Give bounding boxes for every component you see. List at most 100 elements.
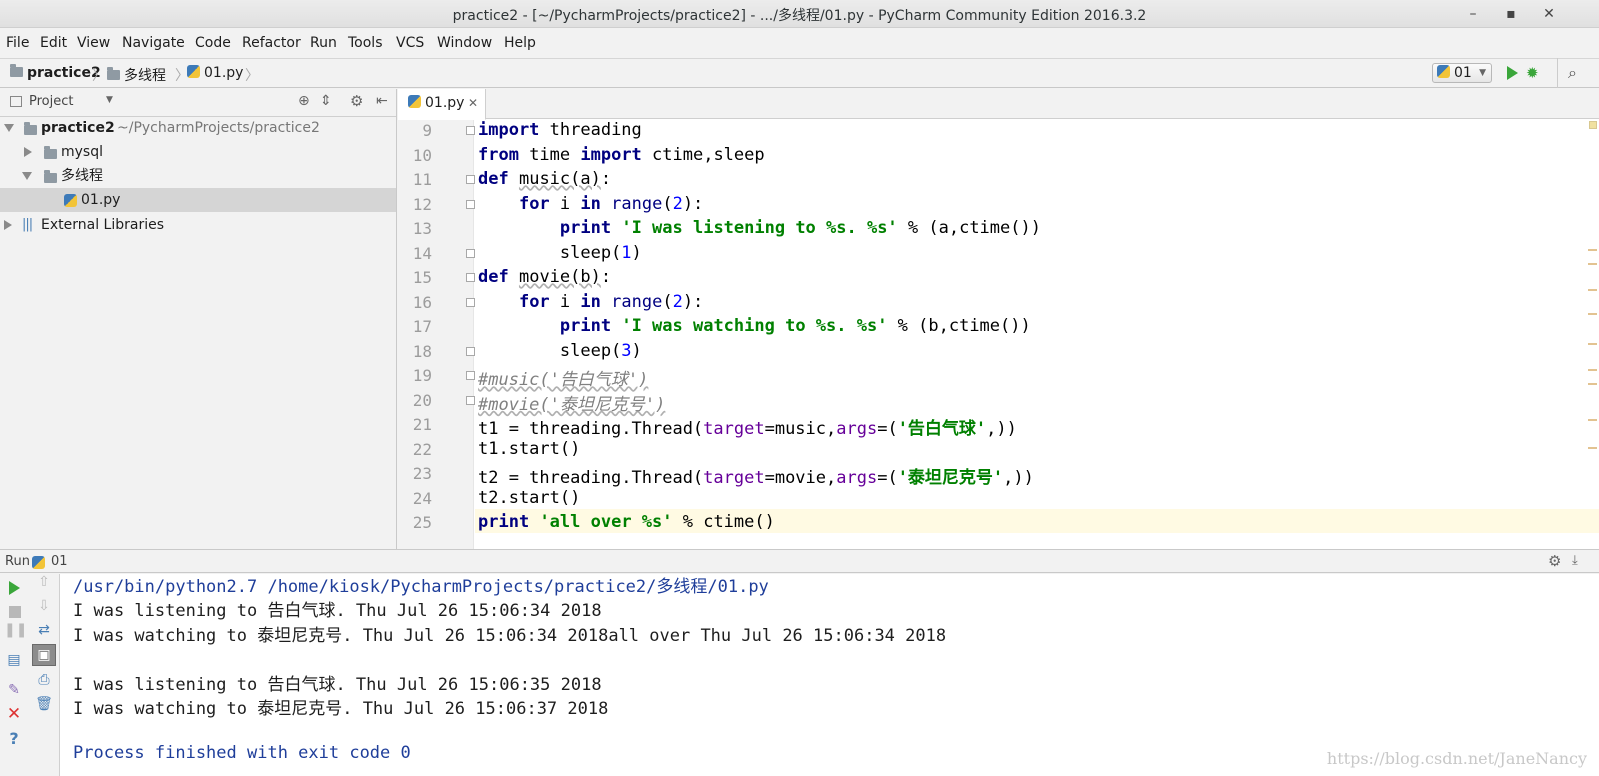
code-line[interactable]: for i in range(2): — [478, 292, 703, 312]
search-icon[interactable]: ⌕ — [1568, 63, 1577, 83]
fold-marker-icon[interactable] — [466, 273, 475, 282]
project-panel-title[interactable]: Project — [29, 94, 73, 109]
code-line[interactable]: print 'I was listening to %s. %s' % (a,c… — [478, 218, 1041, 238]
minimize-icon[interactable]: – — [1460, 3, 1486, 25]
warning-marker[interactable] — [1588, 383, 1597, 385]
code-line[interactable]: sleep(1) — [478, 243, 642, 263]
maximize-icon[interactable]: ▪ — [1498, 3, 1524, 25]
expand-arrow-icon — [4, 124, 14, 132]
fold-marker-icon[interactable] — [466, 297, 475, 307]
layout-icon[interactable]: ▤ — [4, 650, 24, 670]
scroll-to-end-icon[interactable]: ▣ — [32, 644, 56, 666]
code-line[interactable]: #movie('泰坦尼克号') — [478, 390, 665, 415]
code-line[interactable]: for i in range(2): — [478, 194, 703, 214]
tree-item-duoxiancheng[interactable]: 多线程 — [0, 164, 396, 188]
warning-marker[interactable] — [1588, 313, 1597, 315]
chevron-down-icon[interactable]: ▼ — [106, 95, 113, 105]
collapse-icon[interactable]: ⇕ — [320, 93, 332, 109]
up-icon[interactable]: ⇧ — [34, 572, 54, 592]
breadcrumb-folder[interactable]: 多线程 — [107, 65, 166, 85]
menu-file[interactable]: File — [6, 35, 29, 51]
pin-icon[interactable]: ✎ — [4, 680, 24, 700]
menu-run[interactable]: Run — [310, 35, 337, 51]
breadcrumb-file[interactable]: 01.py — [187, 65, 243, 81]
fold-marker-icon[interactable] — [466, 395, 475, 405]
fold-marker-icon[interactable] — [466, 199, 475, 209]
help-icon[interactable]: ? — [4, 729, 24, 749]
code-line[interactable]: #music('告白气球') — [478, 365, 648, 390]
menu-code[interactable]: Code — [195, 35, 231, 51]
menu-navigate[interactable]: Navigate — [122, 35, 185, 51]
trash-icon[interactable]: 🗑 — [34, 694, 54, 714]
run-panel-title[interactable]: Run — [5, 554, 30, 569]
target-icon[interactable]: ⊕ — [298, 93, 310, 109]
pause-icon[interactable]: ❚❚ — [4, 620, 27, 640]
code-line[interactable]: import threading — [478, 120, 642, 140]
menu-tools[interactable]: Tools — [348, 35, 383, 51]
tree-item-external-libraries[interactable]: ||| External Libraries — [0, 213, 396, 237]
code-line[interactable]: sleep(3) — [478, 341, 642, 361]
line-number: 13 — [412, 219, 432, 238]
run-configuration-select[interactable]: 01 ▼ — [1432, 63, 1492, 83]
console-output[interactable]: /usr/bin/python2.7 /home/kiosk/PycharmPr… — [60, 574, 1599, 776]
fold-marker-icon[interactable] — [466, 248, 475, 258]
window-title: practice2 - [~/PycharmProjects/practice2… — [452, 8, 1147, 24]
code-line[interactable]: print 'I was watching to %s. %s' % (b,ct… — [478, 316, 1031, 336]
gear-icon[interactable]: ⚙ — [350, 92, 363, 110]
fold-marker-icon[interactable] — [466, 175, 475, 184]
tree-item-01py[interactable]: 01.py — [0, 188, 396, 212]
menu-edit[interactable]: Edit — [40, 35, 67, 51]
menu-help[interactable]: Help — [504, 35, 536, 51]
console-line: I was watching to 泰坦尼克号. Thu Jul 26 15:0… — [73, 626, 947, 646]
tree-item-mysql[interactable]: mysql — [0, 140, 396, 164]
close-icon[interactable]: ✕ — [1536, 3, 1562, 25]
warning-marker[interactable] — [1588, 369, 1597, 371]
code-line[interactable]: t2.start() — [478, 488, 580, 508]
warning-marker[interactable] — [1588, 447, 1597, 449]
menu-refactor[interactable]: Refactor — [242, 35, 301, 51]
fold-marker-icon[interactable] — [466, 126, 475, 135]
menu-view[interactable]: View — [77, 35, 110, 51]
menu-vcs[interactable]: VCS — [396, 35, 424, 51]
fold-marker-icon[interactable] — [466, 346, 475, 356]
inspection-status-icon[interactable] — [1589, 121, 1597, 129]
warning-marker[interactable] — [1588, 419, 1597, 421]
code-line[interactable]: def music(a): — [478, 169, 611, 189]
code-line[interactable]: t1 = threading.Thread(target=music,args=… — [478, 414, 1017, 439]
code-line[interactable]: from time import ctime,sleep — [478, 145, 765, 165]
code-line[interactable]: t2 = threading.Thread(target=movie,args=… — [478, 463, 1034, 488]
code-token: t2 = threading.Thread( — [478, 468, 704, 488]
down-icon[interactable]: ⇩ — [34, 596, 54, 616]
warning-marker[interactable] — [1588, 263, 1597, 265]
project-icon — [10, 96, 22, 107]
breadcrumb-project[interactable]: practice2 — [10, 64, 101, 81]
stop-icon[interactable] — [9, 606, 21, 618]
debug-icon[interactable]: ✹ — [1526, 64, 1539, 82]
close-tab-icon[interactable]: ✕ — [468, 89, 478, 117]
wrap-icon[interactable]: ⇄ — [34, 620, 54, 640]
code-token: =movie, — [764, 468, 837, 488]
code-line[interactable]: t1.start() — [478, 439, 580, 459]
rerun-icon[interactable] — [9, 581, 20, 595]
warning-marker[interactable] — [1588, 289, 1597, 291]
tree-item-practice2[interactable]: practice2 ~/PycharmProjects/practice2 — [0, 116, 396, 140]
close-icon[interactable]: ✕ — [4, 704, 24, 724]
print-icon[interactable]: ⎙ — [34, 670, 54, 690]
run-icon[interactable] — [1507, 66, 1518, 80]
hide-panel-icon[interactable]: ⇤ — [376, 93, 388, 109]
warning-marker[interactable] — [1588, 343, 1597, 345]
code-line[interactable]: def movie(b): — [478, 267, 611, 287]
hide-panel-icon[interactable]: ⤓ — [1572, 553, 1578, 568]
code-line[interactable]: print 'all over %s' % ctime() — [478, 512, 775, 532]
gear-icon[interactable]: ⚙ — [1548, 552, 1561, 570]
collapsed-arrow-icon — [4, 220, 12, 230]
chevron-down-icon: ▼ — [1479, 68, 1486, 78]
fold-marker-icon[interactable] — [466, 371, 475, 380]
line-number: 15 — [412, 268, 432, 287]
code-token: % (a,ctime()) — [897, 218, 1041, 238]
run-config-label[interactable]: 01 — [51, 554, 68, 569]
menu-window[interactable]: Window — [437, 35, 492, 51]
tab-01py[interactable]: 01.py ✕ — [398, 89, 486, 120]
warning-marker[interactable] — [1588, 249, 1597, 251]
